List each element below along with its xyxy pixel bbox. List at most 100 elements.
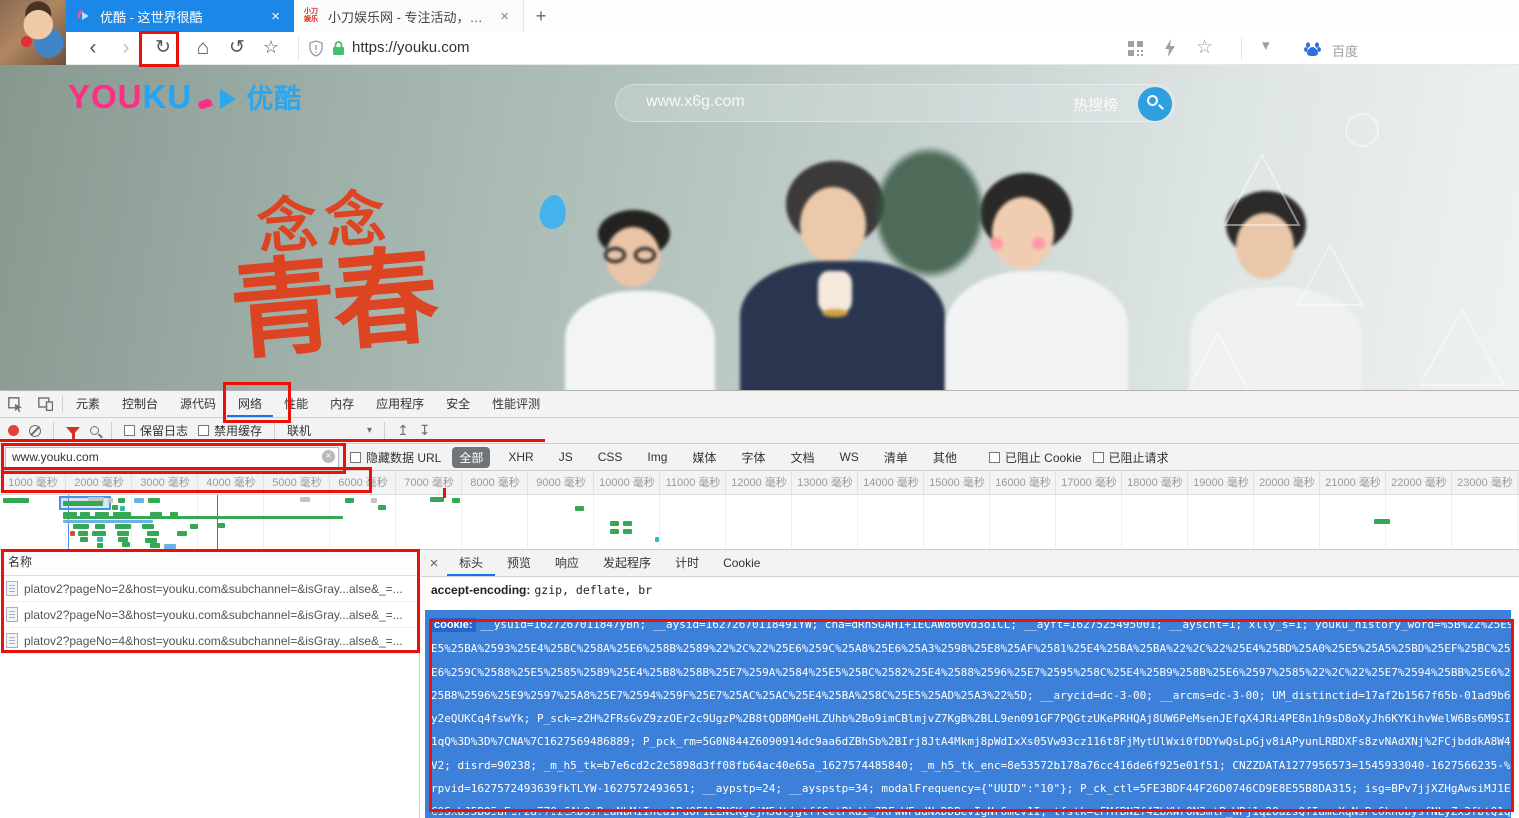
waterfall-bar — [70, 531, 75, 536]
request-detail-panel: × 标头 预览 响应 发起程序 计时 Cookie accept-encodin… — [421, 550, 1519, 818]
tab-close-icon[interactable]: × — [267, 8, 284, 25]
export-har-icon[interactable]: ↧ — [419, 422, 431, 439]
waterfall-bar — [623, 521, 632, 526]
filter-chip-img[interactable]: Img — [640, 448, 674, 466]
waterfall-bar — [3, 498, 29, 503]
user-avatar[interactable] — [0, 0, 66, 65]
detail-tab-initiator[interactable]: 发起程序 — [591, 550, 663, 576]
close-icon[interactable]: × — [421, 555, 447, 572]
next-header-clipped: referer: https://youku.com/ — [431, 806, 610, 814]
waterfall-overview[interactable] — [0, 495, 1519, 550]
filter-chip-font[interactable]: 字体 — [734, 447, 772, 468]
lightning-icon[interactable] — [1164, 39, 1176, 57]
filter-chip-css[interactable]: CSS — [591, 448, 630, 466]
waterfall-bar — [142, 524, 154, 529]
detail-tab-cookies[interactable]: Cookie — [711, 550, 772, 576]
devtools-tab-memory[interactable]: 内存 — [319, 391, 365, 417]
waterfall-bar — [112, 505, 118, 510]
devtools-tab-console[interactable]: 控制台 — [111, 391, 169, 417]
favorite-star-icon[interactable]: ☆ — [256, 32, 286, 65]
document-icon — [6, 607, 18, 622]
detail-tab-response[interactable]: 响应 — [543, 550, 591, 576]
device-toolbar-icon[interactable] — [30, 391, 60, 417]
back-button[interactable]: ‹ — [78, 32, 108, 65]
import-har-icon[interactable]: ↥ — [397, 422, 409, 439]
waterfall-bar — [115, 524, 131, 529]
filter-chip-doc[interactable]: 文档 — [783, 447, 821, 468]
baidu-paw-icon[interactable] — [1304, 40, 1321, 57]
filter-funnel-icon[interactable] — [66, 427, 80, 435]
tab-youku[interactable]: 优酷 - 这世界很酷 × — [66, 0, 294, 32]
chevron-down-icon[interactable]: ▾ — [1262, 36, 1270, 54]
filter-chip-xhr[interactable]: XHR — [501, 448, 540, 466]
request-row[interactable]: platov2?pageNo=3&host=youku.com&subchann… — [0, 602, 419, 628]
request-list-header[interactable]: 名称 — [0, 550, 419, 576]
filter-chip-js[interactable]: JS — [552, 448, 580, 466]
record-button[interactable] — [8, 425, 19, 436]
request-row[interactable]: platov2?pageNo=2&host=youku.com&subchann… — [0, 576, 419, 602]
devtools-tab-sources[interactable]: 源代码 — [169, 391, 227, 417]
checkbox[interactable] — [350, 452, 361, 463]
divider — [62, 395, 63, 413]
detail-tab-timing[interactable]: 计时 — [663, 550, 711, 576]
devtools-tab-lighthouse[interactable]: 性能评测 — [481, 391, 551, 417]
home-button[interactable]: ⌂ — [188, 32, 218, 65]
waterfall-bar — [190, 524, 198, 529]
preserve-log-checkbox[interactable]: 保留日志 — [124, 422, 188, 439]
waterfall-bar — [575, 506, 584, 511]
waterfall-bar — [80, 537, 88, 542]
divider — [111, 422, 112, 440]
blocked-cookies-checkbox[interactable]: 已阻止 Cookie — [989, 449, 1082, 466]
youku-favicon — [76, 8, 92, 24]
hide-data-url-checkbox[interactable]: 隐藏数据 URL — [350, 449, 441, 466]
new-tab-button[interactable]: + — [528, 4, 554, 28]
filter-chip-media[interactable]: 媒体 — [685, 447, 723, 468]
tab-xiaodao[interactable]: 小刀娱乐 小刀娱乐网 - 专注活动，软件, × — [294, 0, 524, 32]
waterfall-bar — [378, 505, 386, 510]
request-row[interactable]: platov2?pageNo=4&host=youku.com&subchann… — [0, 628, 419, 654]
timeline-ruler[interactable]: 1000 毫秒2000 毫秒3000 毫秒4000 毫秒5000 毫秒6000 … — [0, 471, 1519, 495]
browser-toolbar: ‹ › ↻ ⌂ ↺ ☆ https://youku.com ☆ ▾ 百度 — [66, 32, 1519, 65]
forward-button[interactable]: › — [111, 32, 141, 65]
checkbox[interactable] — [198, 425, 209, 436]
waterfall-bar — [148, 498, 160, 503]
throttling-caret-icon[interactable]: ▾ — [367, 425, 372, 436]
devtools-tab-application[interactable]: 应用程序 — [365, 391, 435, 417]
shield-icon[interactable] — [308, 40, 324, 57]
refresh-button[interactable]: ↻ — [148, 32, 178, 65]
devtools-tab-network[interactable]: 网络 — [227, 391, 273, 417]
throttling-select[interactable]: 联机 — [287, 422, 361, 439]
undo-button[interactable]: ↺ — [222, 32, 252, 65]
clear-filter-icon[interactable]: × — [322, 450, 335, 463]
waterfall-bar — [300, 497, 310, 502]
blocked-requests-checkbox[interactable]: 已阻止请求 — [1093, 449, 1169, 466]
filter-chip-other[interactable]: 其他 — [926, 447, 964, 468]
baidu-label[interactable]: 百度 — [1332, 41, 1358, 60]
cookie-key-label: cookie: — [431, 618, 476, 632]
detail-tab-preview[interactable]: 预览 — [495, 550, 543, 576]
waterfall-bar — [610, 521, 619, 526]
search-requests-icon[interactable] — [90, 426, 99, 435]
filter-chip-all[interactable]: 全部 — [452, 447, 490, 468]
filter-chip-manifest[interactable]: 清单 — [877, 447, 915, 468]
inspect-element-icon[interactable] — [0, 391, 30, 417]
tab-close-icon[interactable]: × — [496, 8, 513, 25]
checkbox[interactable] — [1093, 452, 1104, 463]
qr-code-icon[interactable] — [1128, 41, 1143, 56]
checkbox[interactable] — [989, 452, 1000, 463]
devtools-tab-performance[interactable]: 性能 — [273, 391, 319, 417]
devtools-tab-elements[interactable]: 元素 — [65, 391, 111, 417]
disable-cache-checkbox[interactable]: 禁用缓存 — [198, 422, 262, 439]
header-line: accept-encoding:gzip, deflate, br — [421, 577, 1519, 603]
address-url[interactable]: https://youku.com — [352, 39, 470, 56]
checkbox[interactable] — [124, 425, 135, 436]
devtools-tab-security[interactable]: 安全 — [435, 391, 481, 417]
bookmark-star-icon[interactable]: ☆ — [1196, 36, 1213, 59]
filter-chip-ws[interactable]: WS — [832, 448, 865, 466]
detail-tab-headers[interactable]: 标头 — [447, 550, 495, 576]
divider — [53, 422, 54, 440]
clear-icon[interactable] — [29, 425, 41, 437]
tab-title: 优酷 - 这世界很酷 — [100, 7, 259, 26]
waterfall-bar — [1374, 519, 1390, 524]
filter-input[interactable] — [5, 447, 339, 468]
